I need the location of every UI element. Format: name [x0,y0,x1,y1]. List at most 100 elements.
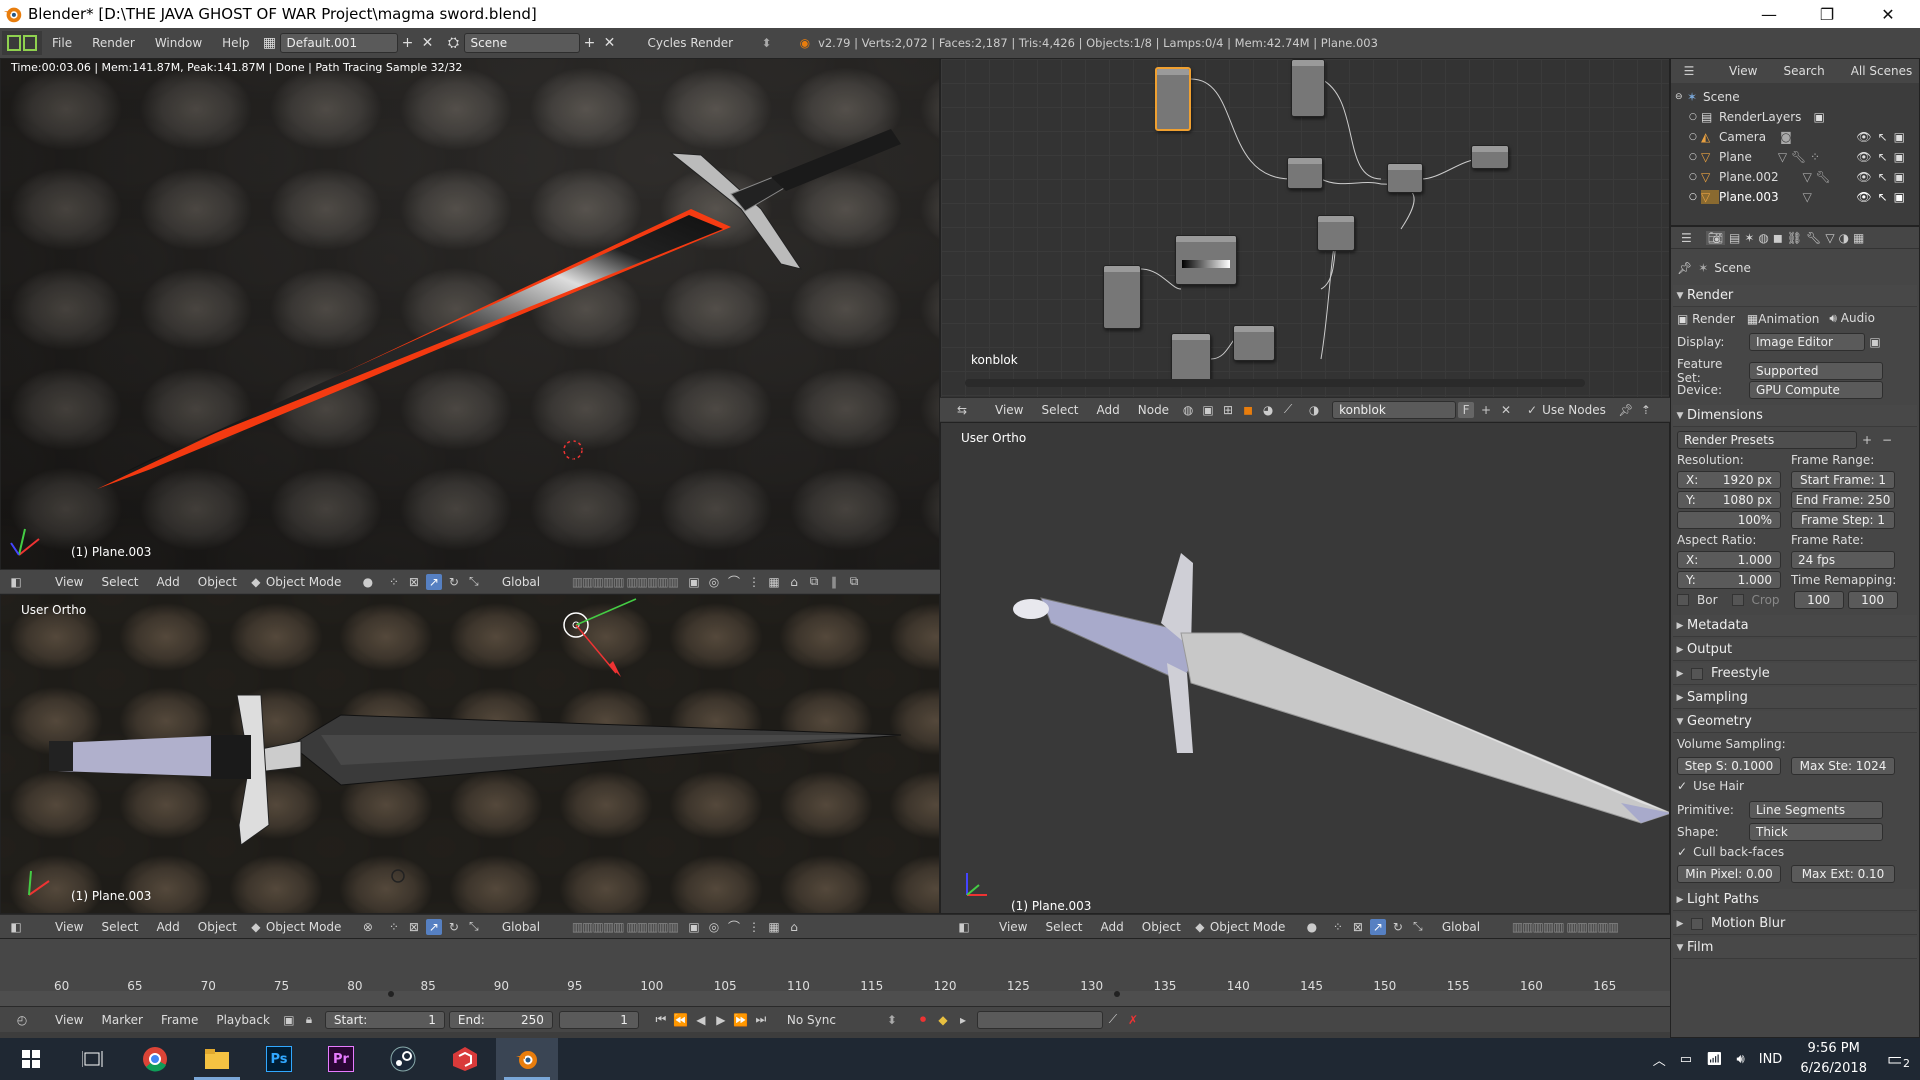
menu-window[interactable]: Window [145,36,212,50]
outliner-item-plane-003[interactable]: ○ ▽ Plane.003 ▽ 👁︎↖▣ [1671,187,1919,207]
pause-icon[interactable]: ∥ [826,574,842,590]
panel-render[interactable]: ▼ Render [1673,285,1917,307]
timeline-type-icon[interactable]: ◴ [14,1012,30,1028]
menu-view[interactable]: View [46,920,92,934]
menu-add[interactable]: Add [148,575,189,589]
feature-set-select[interactable]: Supported [1749,362,1883,380]
pivot-icon[interactable]: ⁘ [386,919,402,935]
jump-end-icon[interactable]: ⏭ [753,1012,769,1028]
render-layers-tab-icon[interactable]: ▤ [1729,231,1740,245]
primitive-select[interactable]: Line Segments [1749,801,1883,819]
bump-node[interactable] [1317,215,1355,251]
start-icon[interactable] [0,1038,62,1080]
outliner-item-camera[interactable]: ○ ◭ Camera ◙ 👁︎↖▣ [1671,127,1919,147]
orientation-select[interactable]: Global [502,920,562,934]
menu-add[interactable]: Add [148,920,189,934]
layers-icon[interactable]: ▥▥▥▥▥ ▥▥▥▥▥ [572,920,679,934]
render-tab-icon[interactable]: 📷︎ [1705,230,1725,245]
orientation-select[interactable]: Global [1442,920,1502,934]
data-tab-icon[interactable]: ▽ [1825,231,1834,245]
node-menu-add[interactable]: Add [1088,403,1129,417]
sync-select[interactable]: No Sync [787,1013,887,1027]
delete-key-icon[interactable]: ✗ [1125,1012,1141,1028]
motion-blur-checkbox[interactable] [1691,917,1703,930]
panel-film[interactable]: ▼ Film [1673,937,1917,959]
translate-icon[interactable]: ↗ [1369,918,1386,935]
layout-grid-icon[interactable]: ▦ [260,33,280,53]
add-layout-icon[interactable]: + [398,33,418,53]
node-menu-view[interactable]: View [986,403,1032,417]
end-frame-field[interactable]: End Frame: 250 [1791,491,1895,509]
keying-set-field[interactable] [976,1010,1103,1029]
editor-3d-icon[interactable]: ◧ [8,919,24,935]
translate-icon[interactable]: ↗ [425,573,442,590]
close-window-button[interactable]: ✕ [1856,0,1920,28]
render-preview-icon[interactable]: ⧉ [806,574,822,590]
node-editor[interactable]: konblok [940,58,1670,398]
pin-icon[interactable]: 📌︎ [1677,261,1692,275]
properties-type-icon[interactable]: ☰ [1681,231,1692,245]
panel-freestyle[interactable]: ▶ Freestyle [1673,663,1917,685]
fake-user-toggle[interactable]: F [1458,401,1475,418]
border-checkbox[interactable] [1677,594,1689,606]
device-select[interactable]: GPU Compute [1749,381,1883,399]
editor-3d-icon[interactable]: ◧ [956,919,972,935]
play-icon[interactable]: ▶ [713,1012,729,1028]
outliner-search[interactable]: Search [1783,64,1824,78]
object-tab-icon[interactable]: ◼ [1773,231,1783,245]
proportional-icon[interactable]: ◎ [706,574,722,590]
menu-add[interactable]: Add [1092,920,1133,934]
manipulator-icon[interactable]: ⊠ [1350,919,1366,935]
linestyle-icon[interactable]: ⟋ [1280,402,1296,418]
minimize-button[interactable]: — [1740,0,1798,28]
panel-motion-blur[interactable]: ▶ Motion Blur [1673,913,1917,935]
visibility-icons[interactable]: 👁︎↖▣ [1856,170,1911,184]
mapping-node[interactable] [1233,325,1275,361]
panel-metadata[interactable]: ▶ Metadata [1673,615,1917,637]
record-icon[interactable]: ⏺ [915,1012,931,1028]
next-keyframe-icon[interactable]: ⏩ [733,1012,749,1028]
snap-icon[interactable]: ⌒ [726,574,742,590]
modifiers-tab-icon[interactable]: 🔧︎ [1806,231,1821,245]
pivot-icon[interactable]: ⁘ [386,574,402,590]
visibility-icons[interactable]: 👁︎↖▣ [1856,150,1911,164]
start-frame-field[interactable]: Start: 1 [324,1010,445,1029]
restore-button[interactable]: ❐ [1798,0,1856,28]
shading-icon[interactable]: ● [360,574,376,590]
menu-object[interactable]: Object [189,920,246,934]
jump-start-icon[interactable]: ⏮ [653,1012,669,1028]
outliner-item-plane-002[interactable]: ○ ▽ Plane.002 ▽ 🔧︎ 👁︎↖▣ [1671,167,1919,187]
max-ext-field[interactable]: Max Ext: 0.10 [1791,865,1895,883]
orientation-select[interactable]: Global [502,575,562,589]
texture-tab-icon[interactable]: ▦ [1853,231,1864,245]
battery-icon[interactable]: ▭ [1680,1052,1692,1067]
menu-view[interactable]: View [46,575,92,589]
input-language[interactable]: IND [1759,1052,1783,1067]
noise-texture-node[interactable] [1171,333,1211,383]
render-engine-select[interactable]: Cycles Render [648,36,758,50]
shape-select[interactable]: Thick [1749,823,1883,841]
unlink-material-icon[interactable]: ✕ [1498,402,1514,418]
sketchup-icon[interactable] [434,1038,496,1080]
snap-icon[interactable]: ⌒ [726,919,742,935]
panel-geometry[interactable]: ▼ Geometry [1673,711,1917,733]
scene-field[interactable]: Scene [463,33,580,53]
bottom-left-viewport[interactable]: User Ortho (1) Plane.003 [0,594,940,914]
node-editor-type-icon[interactable]: ⇆ [954,402,970,418]
restore-view-icon[interactable]: ⧉ [846,574,862,590]
timeline-menu-frame[interactable]: Frame [152,1013,207,1027]
compositing-nodes-icon[interactable]: ⊞ [1220,402,1236,418]
scale-icon[interactable]: ⤡ [466,919,482,935]
outliner-menu-view[interactable]: View [1729,64,1757,78]
pivot-icon[interactable]: ⁘ [1330,919,1346,935]
manipulator-icon[interactable]: ⊠ [406,574,422,590]
material-tab-icon[interactable]: ◑ [1839,231,1849,245]
cull-check-icon[interactable]: ✓ [1677,845,1687,859]
right-viewport[interactable]: User Ortho (1) Plane.003 [940,422,1670,914]
parent-node-icon[interactable]: ⇡ [1638,402,1654,418]
visibility-icons[interactable]: 👁︎↖▣ [1856,130,1911,144]
layers-icon[interactable]: ▥▥▥▥▥ ▥▥▥▥▥ [1512,920,1619,934]
timeline-menu-marker[interactable]: Marker [92,1013,151,1027]
mix-shader-node[interactable] [1287,157,1323,189]
camera-icon[interactable]: ⌂ [786,574,802,590]
